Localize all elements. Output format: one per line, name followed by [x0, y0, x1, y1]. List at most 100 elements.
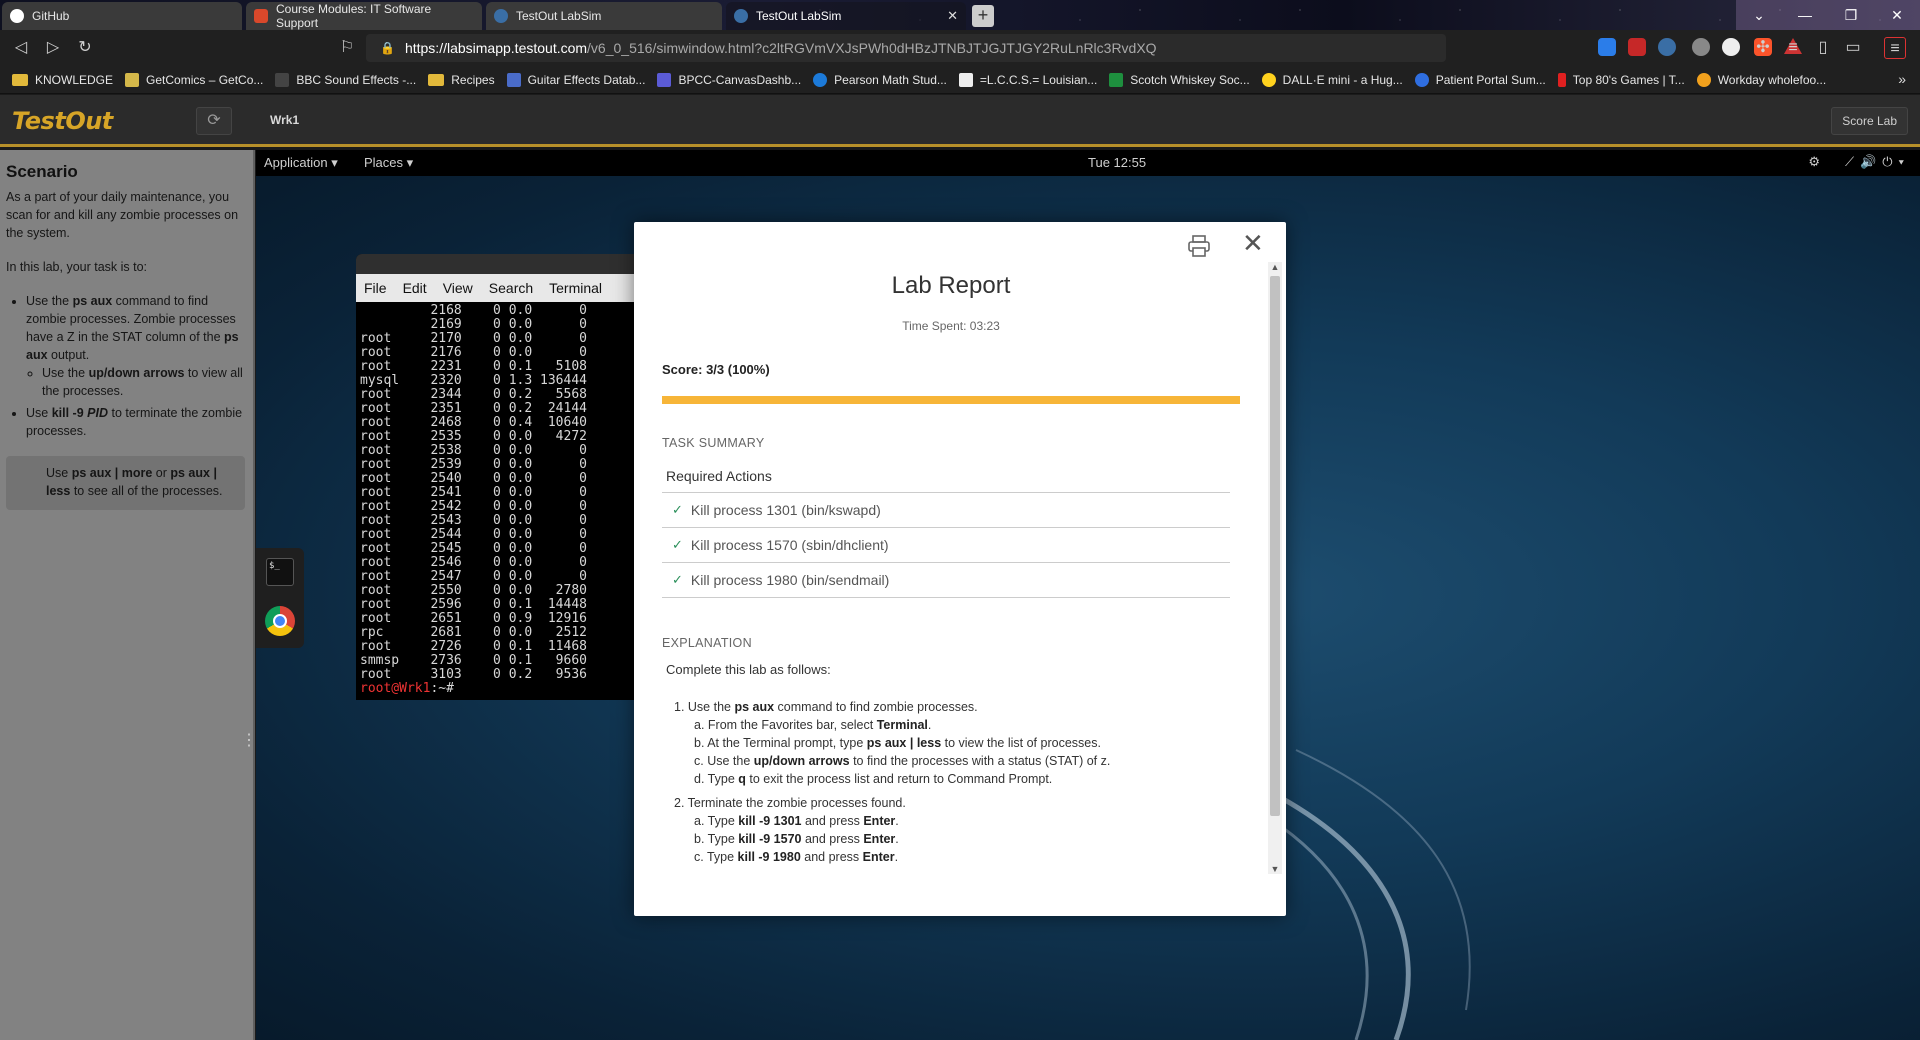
testout-logo: TestOut	[12, 107, 113, 135]
applications-menu[interactable]: Application ▾	[264, 155, 338, 171]
bookmark-80s-games[interactable]: Top 80's Games | T...	[1557, 72, 1685, 87]
menu-icon[interactable]: ≡	[1884, 37, 1906, 59]
terminal-launcher-icon[interactable]: $_	[266, 558, 294, 586]
github-icon	[10, 9, 24, 23]
key-text: Enter	[862, 850, 895, 864]
bookmark-dalle[interactable]: DALL·E mini - a Hug...	[1261, 72, 1403, 87]
w-extension-icon[interactable]	[1692, 38, 1710, 56]
terminal-line: root 2540 0 0.0 0	[360, 471, 587, 486]
globe-extension-icon[interactable]	[1658, 38, 1676, 56]
text: to view the list of processes.	[941, 736, 1101, 750]
panel-resize-handle[interactable]: ⋮	[241, 730, 257, 750]
report-title: Lab Report	[891, 272, 1011, 299]
places-menu[interactable]: Places ▾	[364, 155, 413, 171]
playlist-icon[interactable]: ≡	[1782, 37, 1804, 59]
tab-course-modules[interactable]: Course Modules: IT Software Support	[246, 2, 482, 30]
favorites-dock: $_	[256, 548, 304, 648]
terminal-prompt[interactable]: root@Wrk1:~#	[360, 682, 656, 696]
terminal-line: root 2550 0 0.0 2780	[360, 583, 587, 598]
close-dialog-icon[interactable]: ✕	[1242, 230, 1264, 256]
text: .	[895, 832, 899, 846]
task-label: Kill process 1980 (bin/sendmail)	[690, 572, 890, 588]
task-label: Kill process 1570 (sbin/dhclient)	[690, 537, 889, 553]
terminal-menu-file[interactable]: File	[364, 280, 387, 296]
text: .	[927, 718, 932, 732]
close-window-icon[interactable]: ✕	[1874, 0, 1920, 30]
bookmark-guitar[interactable]: Guitar Effects Datab...	[506, 72, 645, 87]
bookmark-recipes[interactable]: Recipes	[428, 72, 495, 87]
dialog-scrollbar[interactable]: ▲ ▼	[1268, 262, 1282, 874]
workstation-label: Wrk1	[270, 113, 300, 127]
text: b. At the Terminal prompt, type	[694, 736, 867, 750]
step-line: 2. Terminate the zombie processes found.	[674, 796, 906, 810]
reset-lab-button[interactable]: ⟳	[196, 107, 232, 135]
print-icon[interactable]	[1186, 234, 1212, 258]
terminal-output[interactable]: 2168 0 0.0 0 2169 0 0.0 0 root 2170 0 0.0…	[356, 302, 656, 696]
command-text: kill -9 1980	[737, 850, 801, 864]
clock[interactable]: Tue 12:55	[1088, 155, 1146, 170]
explanation-step: 1. Use the ps aux command to find zombie…	[674, 698, 1234, 788]
tab-github[interactable]: GitHub	[2, 2, 242, 30]
terminal-line: root 2543 0 0.0 0	[360, 513, 587, 528]
back-icon[interactable]: ◁	[10, 37, 32, 59]
huggingface-icon	[1261, 72, 1276, 87]
terminal-titlebar[interactable]	[356, 254, 656, 274]
bookmark-bpcc[interactable]: BPCC-CanvasDashb...	[657, 72, 801, 87]
bookmark-bbc[interactable]: BBC Sound Effects -...	[275, 72, 416, 87]
tab-testout-labsim-active[interactable]: TestOut LabSim ✕	[726, 2, 966, 30]
text: and press	[800, 850, 863, 864]
terminal-line: mysql 2320 0 1.3 136444	[360, 373, 587, 388]
bookmarks-overflow-button[interactable]: »	[1898, 71, 1906, 87]
key-text: up/down arrows	[753, 754, 850, 768]
scroll-up-icon[interactable]: ▲	[1270, 262, 1280, 272]
translate-extension-icon[interactable]	[1598, 38, 1616, 56]
scrollbar-thumb[interactable]	[1270, 276, 1280, 816]
bookmark-label: DALL·E mini - a Hug...	[1282, 72, 1403, 87]
power-icon: ⏻	[1882, 154, 1899, 169]
wallet-icon[interactable]: ▭	[1842, 37, 1864, 59]
sidebar-icon[interactable]: ▯	[1812, 37, 1834, 59]
terminal-menu-edit[interactable]: Edit	[403, 280, 427, 296]
bookmark-label: Recipes	[451, 72, 495, 87]
address-bar[interactable]: 🔒 https://labsimapp.testout.com /v6_0_51…	[366, 34, 1802, 62]
chrome-launcher-icon[interactable]	[265, 606, 295, 636]
bookmark-getcomics[interactable]: GetComics – GetCo...	[125, 72, 263, 87]
step-line: 1. Use the ps aux command to find zombie…	[674, 698, 1234, 716]
bookmark-whiskey[interactable]: Scotch Whiskey Soc...	[1109, 72, 1250, 87]
task-label: Kill process 1301 (bin/kswapd)	[690, 502, 881, 518]
terminal-menu-search[interactable]: Search	[489, 280, 533, 296]
maximize-icon[interactable]: ❐	[1828, 0, 1874, 30]
tab-testout-labsim[interactable]: TestOut LabSim	[486, 2, 722, 30]
bookmark-lccs[interactable]: =L.C.C.S.= Louisian...	[958, 72, 1097, 87]
reload-icon[interactable]: ↻	[74, 37, 96, 59]
terminal-menubar: File Edit View Search Terminal	[356, 274, 656, 302]
terminal-menu-terminal[interactable]: Terminal	[549, 280, 602, 296]
terminal-line: root 2546 0 0.0 0	[360, 555, 587, 570]
tab-search-icon[interactable]: ⌄	[1736, 0, 1782, 30]
checkmark-icon: ✓	[672, 537, 683, 552]
scroll-down-icon[interactable]: ▼	[1270, 864, 1280, 874]
s-extension-icon[interactable]	[1628, 38, 1646, 56]
bookmark-knowledge[interactable]: KNOWLEDGE	[12, 73, 113, 87]
bookmark-patient-portal[interactable]: Patient Portal Sum...	[1414, 72, 1546, 87]
terminal-window[interactable]: File Edit View Search Terminal 2168 0 0.…	[356, 254, 656, 700]
bookmark-icon[interactable]: ⚐	[336, 37, 358, 59]
circle-extension-icon[interactable]	[1722, 38, 1740, 56]
extensions-puzzle-icon[interactable]: ✣	[1752, 37, 1774, 59]
bookmark-pearson[interactable]: Pearson Math Stud...	[813, 72, 947, 87]
accessibility-icon[interactable]: ⚙	[1808, 154, 1820, 170]
bookmark-workday[interactable]: Workday wholefoo...	[1696, 72, 1826, 87]
close-tab-icon[interactable]: ✕	[947, 8, 958, 24]
score-lab-button[interactable]: Score Lab	[1831, 107, 1908, 135]
text: d. Type	[694, 772, 739, 786]
text: and press	[801, 814, 864, 828]
terminal-line: 2168 0 0.0 0	[360, 303, 587, 318]
minimize-icon[interactable]: —	[1782, 0, 1828, 30]
scenario-subtask-item: Use the up/down arrows to view all the p…	[42, 364, 245, 400]
text: c. Type	[694, 850, 738, 864]
new-tab-button[interactable]: +	[972, 5, 994, 27]
command-text: ps aux	[72, 294, 113, 308]
forward-icon[interactable]: ▷	[42, 37, 64, 59]
system-menu[interactable]: ⟋🔊⏻▾	[1845, 154, 1910, 170]
terminal-menu-view[interactable]: View	[443, 280, 473, 296]
